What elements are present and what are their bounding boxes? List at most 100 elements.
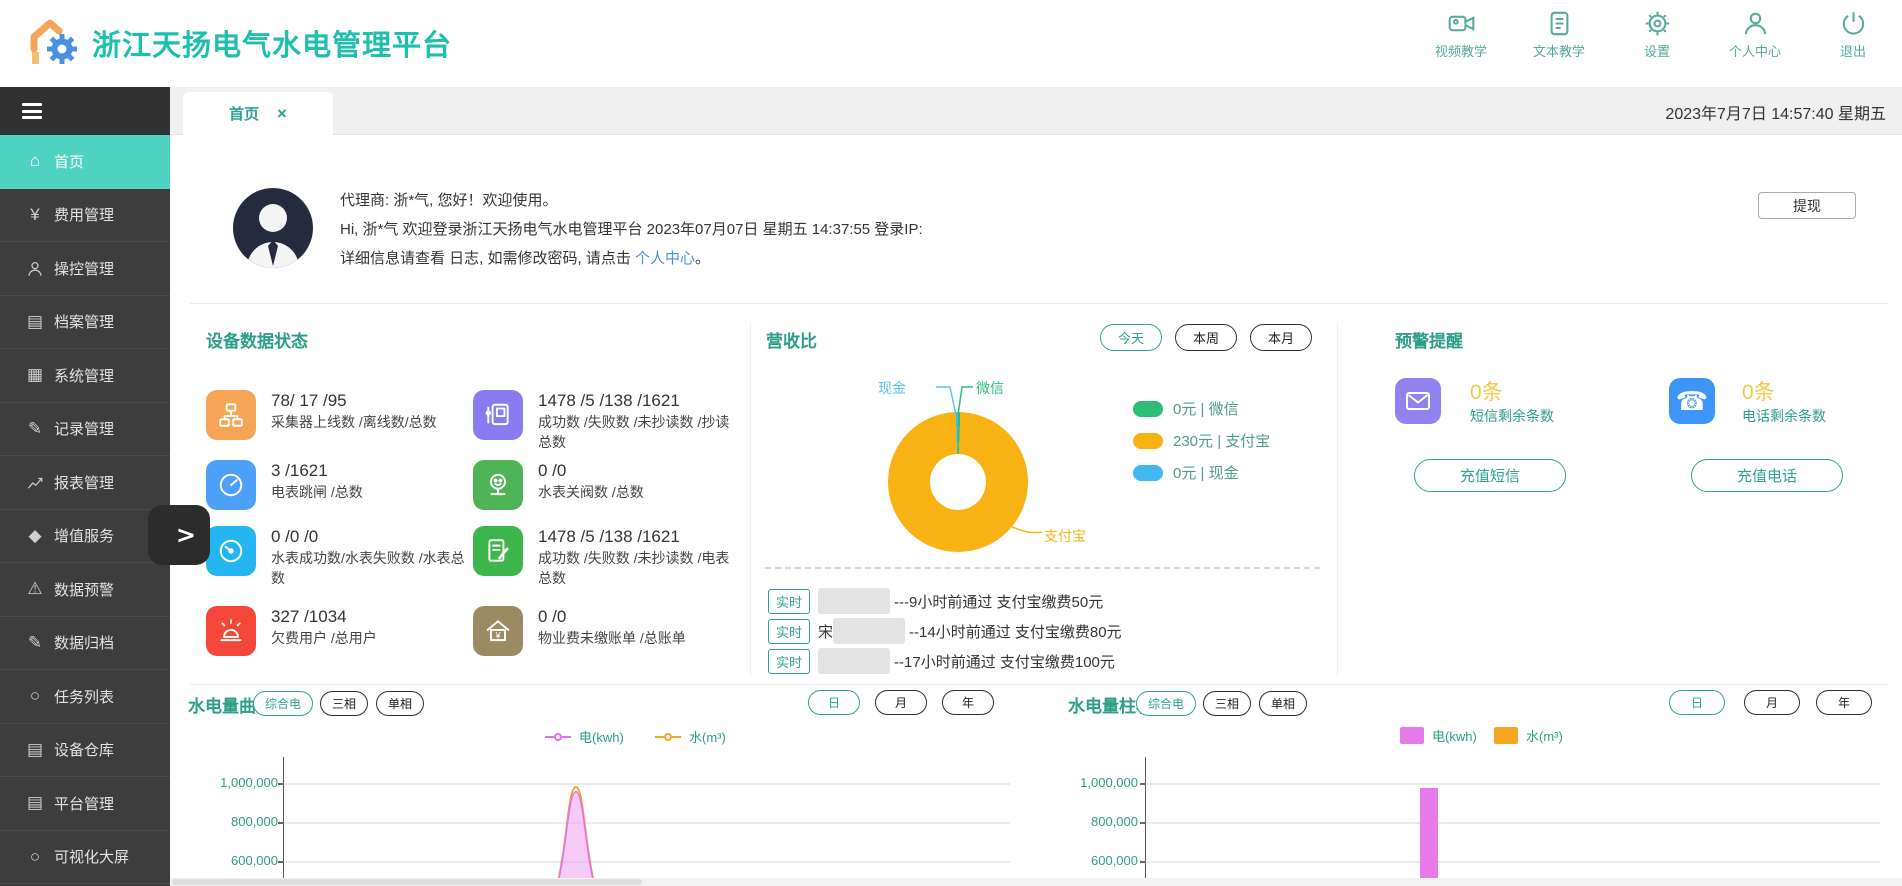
recharge-phone-button[interactable]: 充值电话 (1691, 459, 1843, 492)
sidebar-item-value-added[interactable]: ◆增值服务 (0, 510, 170, 564)
sidebar-item-device-store[interactable]: ▤设备仓库 (0, 724, 170, 778)
nav-label: 退出 (1840, 41, 1866, 60)
gridline (1146, 861, 1880, 863)
device-status-title: 设备数据状态 (206, 327, 308, 352)
period-week-button[interactable]: 本周 (1175, 324, 1237, 351)
nav-label: 文本教学 (1533, 41, 1585, 60)
sidebar-item-bigscreen[interactable]: ○可视化大屏 (0, 831, 170, 885)
redacted-name (818, 588, 890, 614)
legend-item-wechat: 0元 | 微信 (1133, 398, 1239, 419)
line-range-year-button[interactable]: 年 (942, 690, 994, 715)
sidebar-collapse-button[interactable] (0, 87, 170, 135)
chevron-right-icon: > (176, 521, 196, 549)
hamburger-icon (22, 103, 42, 119)
bar-mode-threephase-button[interactable]: 三相 (1203, 691, 1251, 716)
collector-icon (206, 390, 256, 440)
system-icon: ▦ (20, 365, 50, 385)
stat-collector: 78/ 17 /95采集器上线数 /离线数/总数 (206, 390, 437, 440)
scrollbar-thumb[interactable] (172, 879, 642, 885)
personal-center-button[interactable]: 个人中心 (1724, 10, 1786, 60)
revenue-title: 营收比 (766, 327, 817, 352)
period-month-button[interactable]: 本月 (1250, 324, 1312, 351)
bigscreen-icon: ○ (20, 847, 50, 867)
bar-mode-singlephase-button[interactable]: 单相 (1259, 691, 1307, 716)
app-root: 浙江天扬电气水电管理平台 视频教学 文本教学 设置 个人中心 退出 (0, 0, 1902, 886)
arrears-alarm-icon (206, 606, 256, 656)
settings-button[interactable]: 设置 (1626, 10, 1688, 60)
bar-range-year-button[interactable]: 年 (1816, 690, 1872, 715)
redacted-name (833, 618, 905, 644)
sidebar-item-data-alert[interactable]: ⚠数据预警 (0, 563, 170, 617)
revenue-donut-chart (888, 412, 1028, 552)
sidebar-item-control-mgmt[interactable]: 操控管理 (0, 242, 170, 296)
stat-arrears: 327 /1034欠费用户 /总用户 (206, 606, 377, 656)
stat-property-fee: ¥ 0 /0物业费未缴账单 /总账单 (473, 606, 686, 656)
sidebar-expand-button[interactable]: > (148, 505, 210, 565)
bar-legend-electric: 电(kwh) (1400, 726, 1477, 745)
nav-label: 个人中心 (1729, 41, 1781, 60)
close-icon[interactable]: × (277, 104, 287, 124)
sidebar-item-archive-mgmt[interactable]: ▤档案管理 (0, 296, 170, 350)
avatar (233, 188, 313, 268)
line-mode-combined-button[interactable]: 综合电 (253, 691, 313, 716)
sidebar-item-fee-mgmt[interactable]: ¥费用管理 (0, 189, 170, 243)
sidebar-item-record-mgmt[interactable]: ✎记录管理 (0, 403, 170, 457)
realtime-feed-row: 实时 --17小时前通过 支付宝缴费100元 (768, 648, 1115, 674)
device-store-icon: ▤ (20, 740, 50, 760)
gridline (1146, 822, 1880, 824)
legend-swatch (1133, 433, 1163, 449)
water-meter-icon (206, 526, 256, 576)
stat-water-meter: 0 /0 /0水表成功数/水表失败数 /水表总数 (206, 526, 469, 588)
envelope-icon (1395, 378, 1441, 424)
sidebar-item-data-archive[interactable]: ✎数据归档 (0, 617, 170, 671)
alerts-title: 预警提醒 (1395, 327, 1463, 352)
sms-remaining-count: 0条 (1470, 376, 1503, 406)
bar-range-month-button[interactable]: 月 (1744, 690, 1800, 715)
phone-remaining-label: 电话剩余条数 (1742, 406, 1826, 426)
bar-range-day-button[interactable]: 日 (1669, 690, 1725, 715)
tab-home[interactable]: 首页 × (183, 92, 333, 135)
sidebar-item-home[interactable]: ⌂首页 (0, 135, 170, 189)
personal-center-link[interactable]: 个人中心 (635, 250, 695, 267)
line-legend-electric: 电(kwh) (545, 727, 624, 746)
line-range-day-button[interactable]: 日 (808, 690, 860, 715)
sidebar-item-system-mgmt[interactable]: ▦系统管理 (0, 349, 170, 403)
stat-emeter-read: 1478 /5 /138 /1621成功数 /失败数 /未抄读数 /电表总数 (473, 526, 736, 588)
report-chart-icon (20, 472, 50, 492)
bar-mode-combined-button[interactable]: 综合电 (1136, 691, 1196, 716)
emeter-doc-icon (473, 526, 523, 576)
period-today-button[interactable]: 今天 (1100, 324, 1162, 351)
archive-icon: ▤ (20, 312, 50, 332)
legend-swatch (1400, 727, 1424, 744)
line-marker-icon (545, 733, 571, 741)
stat-breaker: 3 /1621电表跳闸 /总数 (206, 460, 363, 510)
document-icon (1546, 10, 1573, 37)
stat-water-valve: 0 /0水表关阀数 /总数 (473, 460, 644, 510)
withdraw-button[interactable]: 提现 (1758, 192, 1856, 219)
video-tutorial-button[interactable]: 视频教学 (1430, 10, 1492, 60)
line-range-month-button[interactable]: 月 (875, 690, 927, 715)
donut-label-wechat: 微信 (976, 378, 1004, 398)
svg-text:¥: ¥ (494, 631, 501, 641)
recharge-sms-button[interactable]: 充值短信 (1414, 459, 1566, 492)
horizontal-scrollbar[interactable] (170, 878, 1902, 886)
sidebar: ⌂首页 ¥费用管理 操控管理 ▤档案管理 ▦系统管理 ✎记录管理 报表管理 ◆增… (0, 87, 170, 886)
welcome-line1: 代理商: 浙*气, 您好！欢迎使用。 (340, 186, 923, 215)
sidebar-item-task-list[interactable]: ○任务列表 (0, 670, 170, 724)
bar-chart-bar-electric (1420, 788, 1438, 886)
line-marker-icon (655, 733, 681, 741)
legend-item-cash: 0元 | 现金 (1133, 462, 1239, 483)
line-mode-threephase-button[interactable]: 三相 (320, 691, 368, 716)
datetime-display: 2023年7月7日 14:57:40 星期五 (1665, 100, 1886, 124)
sidebar-item-platform-mgmt[interactable]: ▤平台管理 (0, 777, 170, 831)
fee-icon: ¥ (20, 205, 50, 225)
y-tick-label: 600,000 (1066, 853, 1138, 868)
person-icon (1742, 10, 1769, 37)
sidebar-item-report-mgmt[interactable]: 报表管理 (0, 456, 170, 510)
logout-button[interactable]: 退出 (1822, 10, 1884, 60)
legend-item-alipay: 230元 | 支付宝 (1133, 430, 1270, 451)
line-mode-singlephase-button[interactable]: 单相 (376, 691, 424, 716)
text-tutorial-button[interactable]: 文本教学 (1528, 10, 1590, 60)
control-person-icon (20, 258, 50, 278)
column-divider (750, 322, 751, 677)
